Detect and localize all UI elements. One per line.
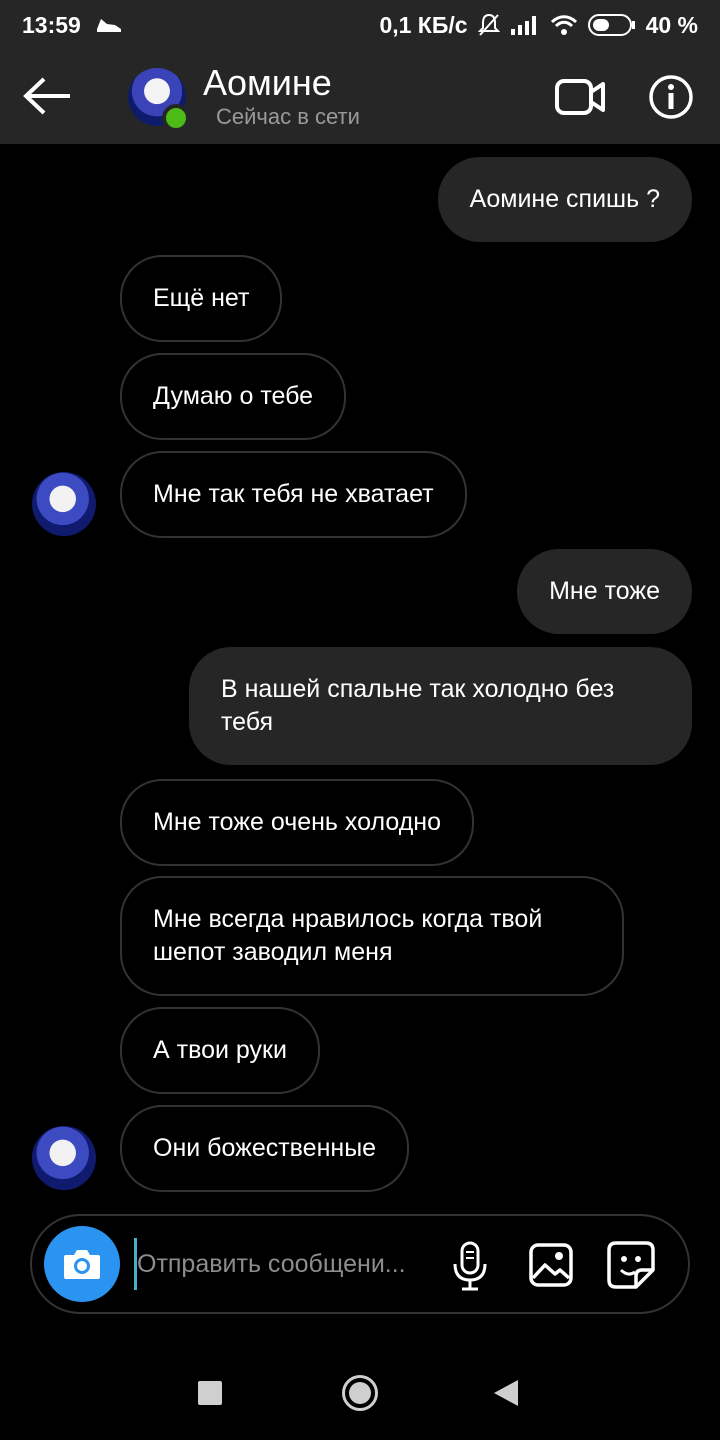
message-bubble-incoming[interactable]: Ещё нет: [120, 255, 283, 342]
online-status-dot: [162, 104, 190, 132]
message-bubble-incoming[interactable]: Мне так тебя не хватает: [120, 451, 467, 538]
message-input[interactable]: [134, 1238, 434, 1290]
gallery-icon[interactable]: [528, 1242, 574, 1288]
video-call-icon[interactable]: [554, 76, 606, 118]
sender-avatar[interactable]: [32, 1126, 96, 1190]
message-bubble-incoming[interactable]: Мне тоже очень холодно: [120, 779, 475, 866]
sticker-icon[interactable]: [606, 1240, 656, 1290]
camera-icon: [64, 1250, 100, 1279]
status-speed: 0,1 КБ/с: [379, 11, 468, 38]
message-composer: [30, 1214, 690, 1314]
home-circle-icon[interactable]: [342, 1375, 378, 1411]
status-time: 13:59: [22, 11, 81, 38]
message-bubble-incoming[interactable]: Они божественные: [120, 1105, 410, 1192]
message-bubble-incoming[interactable]: Думаю о тебе: [120, 353, 347, 440]
signal-icon: [510, 16, 536, 35]
system-navigation-bar: [0, 1340, 720, 1440]
message-bubble-outgoing[interactable]: Мне тоже: [517, 549, 692, 634]
sender-avatar[interactable]: [32, 472, 96, 536]
wifi-icon: [550, 15, 577, 35]
message-bubble-outgoing[interactable]: В нашей спальне так холодно без тебя: [189, 647, 692, 765]
status-bar: 13:59 0,1 КБ/с 40 %: [0, 0, 720, 50]
battery-icon: [587, 14, 635, 36]
back-triangle-icon[interactable]: [494, 1380, 518, 1406]
recents-square-icon[interactable]: [198, 1381, 222, 1405]
camera-button[interactable]: [44, 1226, 120, 1302]
battery-level: 40 %: [645, 11, 698, 38]
microphone-icon[interactable]: [450, 1240, 490, 1292]
mute-icon: [477, 13, 500, 36]
message-bubble-incoming[interactable]: А твои руки: [120, 1007, 320, 1094]
info-icon[interactable]: [648, 74, 694, 120]
contact-status: Сейчас в сети: [216, 104, 360, 129]
back-arrow-icon[interactable]: [22, 76, 74, 116]
sneaker-icon: [96, 19, 121, 32]
message-bubble-outgoing[interactable]: Аомине спишь ?: [437, 157, 692, 242]
message-bubble-incoming[interactable]: Мне всегда нравилось когда твой шепот за…: [120, 876, 624, 996]
chat-header: Аомине Сейчас в сети: [0, 50, 720, 144]
contact-name[interactable]: Аомине: [203, 62, 332, 104]
